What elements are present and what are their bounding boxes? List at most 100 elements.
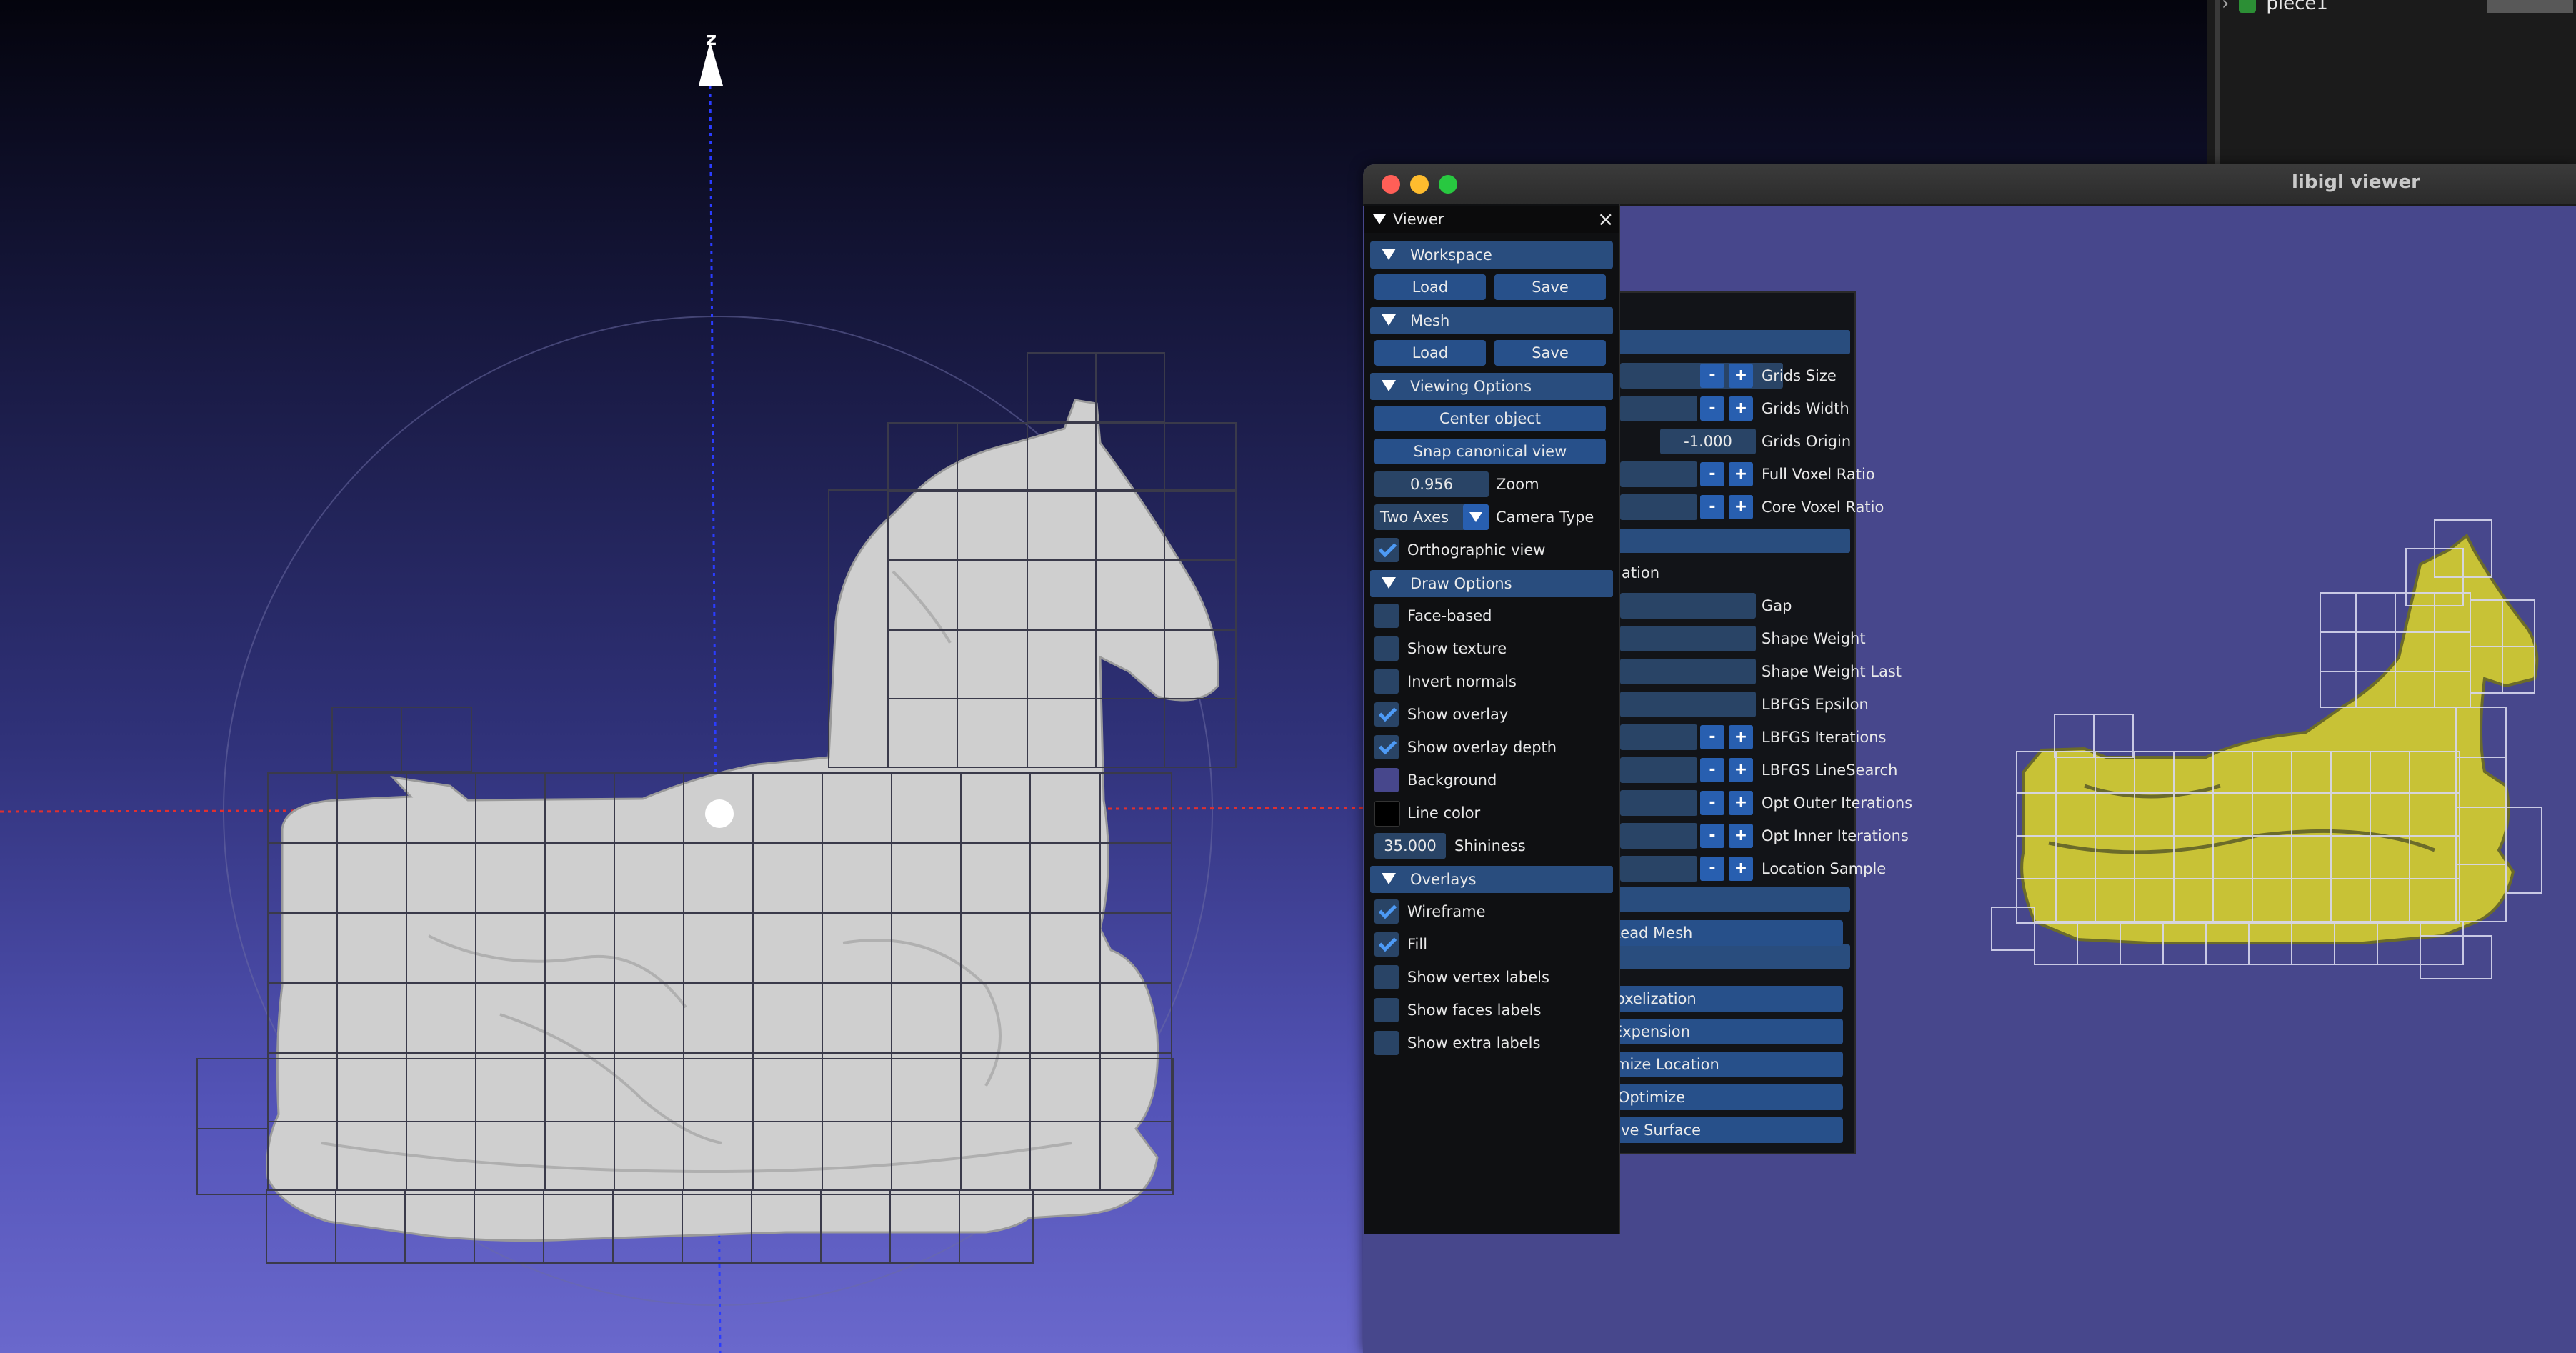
show-overlay-label: Show overlay xyxy=(1407,706,1509,723)
wireframe-checkbox[interactable] xyxy=(1374,899,1399,924)
overlays-header[interactable]: Overlays xyxy=(1370,866,1613,893)
invert-normals-checkbox[interactable] xyxy=(1374,669,1399,694)
mesh-header[interactable]: Mesh xyxy=(1370,307,1613,334)
shape-weight-field[interactable] xyxy=(1620,626,1756,651)
lbfgs-epsilon-field[interactable] xyxy=(1620,692,1756,717)
location-sample-minus-button[interactable]: - xyxy=(1700,857,1724,881)
show-faces-labels-checkbox[interactable] xyxy=(1374,998,1399,1022)
outliner-item-label: piece1 xyxy=(2266,0,2328,14)
grids-width-plus-button[interactable]: + xyxy=(1729,396,1753,421)
grids-width-minus-button[interactable]: - xyxy=(1700,396,1724,421)
viewing-options-header-label: Viewing Options xyxy=(1410,378,1532,395)
visibility-icon[interactable] xyxy=(2239,0,2257,13)
location-sample-plus-button[interactable]: + xyxy=(1729,857,1753,881)
viewer-menu-title: Viewer xyxy=(1393,211,1444,228)
close-icon[interactable]: × xyxy=(1597,206,1614,233)
core-voxel-ratio-plus-button[interactable]: + xyxy=(1729,495,1753,519)
show-vertex-labels-checkbox[interactable] xyxy=(1374,965,1399,989)
lbfgs-iterations-plus-button[interactable]: + xyxy=(1729,725,1753,749)
shininess-label: Shininess xyxy=(1454,837,1526,854)
show-extra-labels-checkbox[interactable] xyxy=(1374,1031,1399,1055)
grids-size-minus-button[interactable]: - xyxy=(1700,364,1724,388)
grids-origin-label: Grids Origin xyxy=(1762,433,1852,450)
lbfgs-iterations-field[interactable] xyxy=(1620,724,1697,750)
opt-outer-iterations-plus-button[interactable]: + xyxy=(1729,791,1753,815)
opt-outer-iterations-label: Opt Outer Iterations xyxy=(1762,794,1913,812)
line-color-label: Line color xyxy=(1407,804,1481,822)
workspace-header-label: Workspace xyxy=(1410,246,1492,264)
shape-weight-label: Shape Weight xyxy=(1762,630,1866,647)
opt-inner-iterations-label: Opt Inner Iterations xyxy=(1762,827,1909,844)
core-voxel-ratio-field[interactable] xyxy=(1620,494,1697,520)
full-voxel-ratio-label: Full Voxel Ratio xyxy=(1762,466,1875,483)
snap-canonical-view-button[interactable]: Snap canonical view xyxy=(1374,439,1606,464)
grids-width-label: Grids Width xyxy=(1762,400,1849,417)
orthographic-view-checkbox[interactable] xyxy=(1374,538,1399,562)
location-sample-field[interactable] xyxy=(1620,856,1697,882)
show-texture-checkbox[interactable] xyxy=(1374,636,1399,661)
show-vertex-labels-label: Show vertex labels xyxy=(1407,969,1549,986)
core-voxel-ratio-label: Core Voxel Ratio xyxy=(1762,499,1884,516)
workspace-header[interactable]: Workspace xyxy=(1370,241,1613,269)
lbfgs-iterations-minus-button[interactable]: - xyxy=(1700,725,1724,749)
workspace-save-button[interactable]: Save xyxy=(1494,274,1606,300)
full-voxel-ratio-field[interactable] xyxy=(1620,461,1697,487)
line-color-swatch[interactable] xyxy=(1374,801,1400,827)
opt-outer-iterations-field[interactable] xyxy=(1620,790,1697,816)
lbfgs-linesearch-plus-button[interactable]: + xyxy=(1729,758,1753,782)
camera-type-label: Camera Type xyxy=(1496,509,1594,526)
grids-origin-field[interactable]: -1.000 xyxy=(1660,429,1756,454)
outliner-panel xyxy=(2207,0,2576,166)
full-voxel-ratio-minus-button[interactable]: - xyxy=(1700,462,1724,486)
mesh-load-button[interactable]: Load xyxy=(1374,340,1486,366)
opt-outer-iterations-minus-button[interactable]: - xyxy=(1700,791,1724,815)
collapse-arrow-icon[interactable] xyxy=(1373,214,1386,224)
location-sample-label: Location Sample xyxy=(1762,860,1887,877)
shape-weight-last-field[interactable] xyxy=(1620,659,1756,684)
show-faces-labels-label: Show faces labels xyxy=(1407,1002,1542,1019)
lbfgs-linesearch-label: LBFGS LineSearch xyxy=(1762,762,1898,779)
opt-inner-iterations-minus-button[interactable]: - xyxy=(1700,824,1724,848)
show-texture-label: Show texture xyxy=(1407,640,1507,657)
mesh-header-label: Mesh xyxy=(1410,312,1450,329)
z-axis-label: z xyxy=(706,29,717,50)
show-overlay-depth-label: Show overlay depth xyxy=(1407,739,1557,756)
chevron-down-icon[interactable] xyxy=(1463,504,1489,530)
section-label-fragment: ation xyxy=(1622,564,1660,581)
viewer-menu-titlebar[interactable]: Viewer × xyxy=(1364,206,1619,233)
orthographic-view-label: Orthographic view xyxy=(1407,541,1546,559)
background-label: Background xyxy=(1407,772,1497,789)
outliner-item[interactable]: › piece1 xyxy=(2222,0,2573,14)
pivot-point xyxy=(705,799,734,828)
lbfgs-epsilon-label: LBFGS Epsilon xyxy=(1762,696,1869,713)
grids-size-plus-button[interactable]: + xyxy=(1729,364,1753,388)
overlays-header-label: Overlays xyxy=(1410,871,1477,888)
gap-field[interactable] xyxy=(1620,593,1756,619)
face-based-checkbox[interactable] xyxy=(1374,604,1399,628)
shape-weight-last-label: Shape Weight Last xyxy=(1762,663,1902,680)
background-color-swatch[interactable] xyxy=(1374,768,1399,792)
workspace-load-button[interactable]: Load xyxy=(1374,274,1486,300)
show-overlay-depth-checkbox[interactable] xyxy=(1374,735,1399,759)
opt-inner-iterations-plus-button[interactable]: + xyxy=(1729,824,1753,848)
grids-width-field[interactable] xyxy=(1620,396,1697,421)
camera-type-select[interactable]: Two Axes xyxy=(1374,504,1489,530)
core-voxel-ratio-minus-button[interactable]: - xyxy=(1700,495,1724,519)
draw-options-header[interactable]: Draw Options xyxy=(1370,570,1613,597)
fill-checkbox[interactable] xyxy=(1374,932,1399,957)
shininess-field[interactable]: 35.000 xyxy=(1374,833,1446,859)
viewing-options-header[interactable]: Viewing Options xyxy=(1370,373,1613,400)
lbfgs-linesearch-field[interactable] xyxy=(1620,757,1697,783)
full-voxel-ratio-plus-button[interactable]: + xyxy=(1729,462,1753,486)
horse-mesh xyxy=(266,399,1219,1242)
center-object-button[interactable]: Center object xyxy=(1374,406,1606,431)
camera-type-value: Two Axes xyxy=(1380,509,1449,526)
opt-inner-iterations-field[interactable] xyxy=(1620,823,1697,849)
zoom-label: Zoom xyxy=(1496,476,1539,493)
lbfgs-linesearch-minus-button[interactable]: - xyxy=(1700,758,1724,782)
zoom-field[interactable]: 0.956 xyxy=(1374,471,1489,497)
show-overlay-checkbox[interactable] xyxy=(1374,702,1399,727)
fill-label: Fill xyxy=(1407,936,1428,953)
mesh-save-button[interactable]: Save xyxy=(1494,340,1606,366)
face-based-label: Face-based xyxy=(1407,607,1492,624)
